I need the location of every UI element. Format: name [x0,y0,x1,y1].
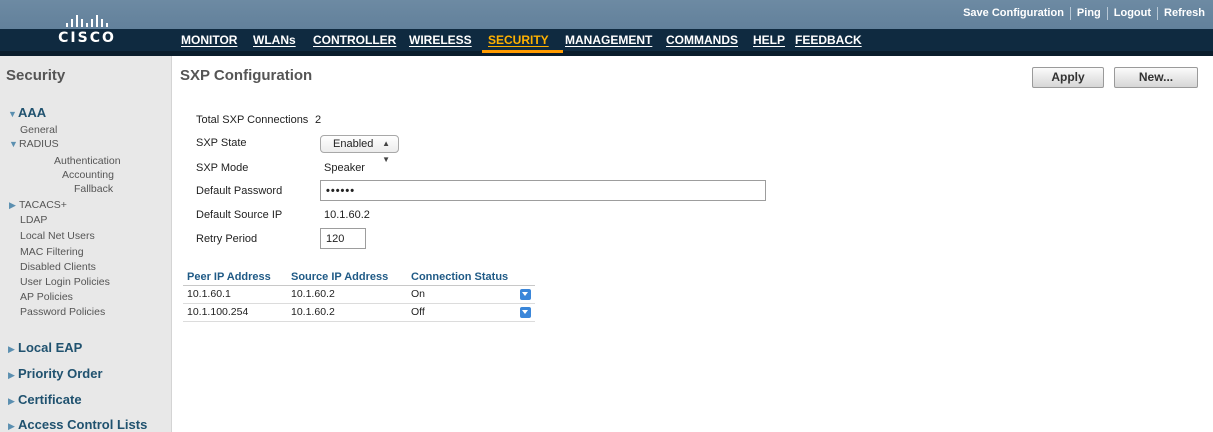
table-row: 10.1.100.254 10.1.60.2 Off [183,303,535,322]
table-header-row: Peer IP Address Source IP Address Connec… [183,269,535,286]
sidebar-item-password-policies[interactable]: Password Policies [20,306,105,318]
main-nav: MONITOR WLANs CONTROLLER WIRELESS SECURI… [181,29,875,53]
source-ip-cell: 10.1.60.2 [287,285,407,304]
table-row: 10.1.60.1 10.1.60.2 On [183,285,535,304]
nav-wireless[interactable]: WIRELESS [409,29,488,51]
sxp-state-select[interactable]: Enabled ▲ ▼ [320,135,399,164]
column-header-connection-status: Connection Status [407,269,535,286]
apply-button[interactable]: Apply [1032,67,1104,88]
save-configuration-link[interactable]: Save Configuration [957,7,1070,19]
connection-status-text: Off [411,306,425,318]
sidebar-group-certificate[interactable]: ▶ Certificate [8,392,82,407]
sidebar-item-local-net-users[interactable]: Local Net Users [20,230,95,242]
default-source-ip-value: 10.1.60.2 [324,209,370,221]
connection-status-cell: On [407,285,535,304]
sidebar-group-aaa[interactable]: ▼AAA [8,105,46,120]
sidebar-item-disabled-clients[interactable]: Disabled Clients [20,261,96,273]
sidebar-item-mac-filtering[interactable]: MAC Filtering [20,246,84,258]
sidebar-group-priority-order[interactable]: ▶ Priority Order [8,366,103,381]
sidebar-item-radius[interactable]: ▼RADIUS [9,138,59,150]
collapsed-arrow-icon: ▶ [9,200,16,210]
main-content: SXP Configuration Apply New... Total SXP… [172,56,1213,432]
default-source-ip-label: Default Source IP [196,209,283,221]
default-password-label: Default Password [196,185,283,197]
collapsed-arrow-icon: ▶ [8,344,15,354]
sidebar-group-local-eap[interactable]: ▶ Local EAP [8,340,82,355]
column-header-source-ip: Source IP Address [287,269,407,286]
nav-monitor[interactable]: MONITOR [181,29,253,51]
connection-status-cell: Off [407,303,535,322]
sidebar-item-ldap[interactable]: LDAP [20,214,47,226]
default-password-field[interactable] [320,180,766,201]
retry-period-field[interactable] [320,228,366,249]
sxp-mode-value: Speaker [324,162,365,174]
sidebar-item-fallback[interactable]: Fallback [74,183,113,195]
new-button[interactable]: New... [1114,67,1198,88]
cisco-logo-text: CISCO [58,30,116,46]
row-dropdown-arrow-icon[interactable] [520,289,531,300]
sidebar-item-label: RADIUS [19,138,59,150]
sidebar-group-label: Certificate [18,392,82,407]
total-connections-label: Total SXP Connections [196,114,309,126]
expanded-arrow-icon: ▼ [8,109,17,119]
sidebar-group-label: AAA [18,105,47,120]
connection-status-text: On [411,288,426,300]
collapsed-arrow-icon: ▶ [8,396,15,406]
sidebar-item-accounting[interactable]: Accounting [62,169,114,181]
sidebar-group-label: Local EAP [18,340,83,355]
cisco-logo: CISCO [52,15,122,47]
sidebar-item-ap-policies[interactable]: AP Policies [20,291,73,303]
sidebar-group-access-control-lists[interactable]: ▶ Access Control Lists [8,417,147,432]
collapsed-arrow-icon: ▶ [8,421,15,431]
row-dropdown-arrow-icon[interactable] [520,307,531,318]
expanded-arrow-icon: ▼ [9,139,18,149]
nav-commands[interactable]: COMMANDS [666,29,753,51]
sidebar-group-label: Access Control Lists [18,417,148,432]
select-arrows-icon: ▲ ▼ [382,139,390,164]
nav-controller[interactable]: CONTROLLER [313,29,409,51]
sxp-state-selected-value: Enabled [333,138,374,150]
total-connections-value: 2 [315,114,322,126]
nav-help[interactable]: HELP [753,29,795,51]
collapsed-arrow-icon: ▶ [8,370,15,380]
sxp-state-label: SXP State [196,137,247,149]
top-header: CISCO MONITOR WLANs CONTROLLER WIRELESS … [0,0,1213,56]
nav-security[interactable]: SECURITY [482,29,565,53]
sidebar-item-label: TACACS+ [19,199,67,211]
nav-management[interactable]: MANAGEMENT [565,29,666,51]
sidebar-item-general[interactable]: General [20,124,57,136]
page-title: SXP Configuration [180,67,313,84]
column-header-peer-ip: Peer IP Address [183,269,287,286]
peer-ip-cell: 10.1.100.254 [183,303,287,322]
utility-links: Save Configuration Ping Logout Refresh [957,2,1211,24]
sxp-peer-table: Peer IP Address Source IP Address Connec… [183,269,535,322]
sidebar: Security ▼AAA General ▼RADIUS Authentica… [0,56,172,432]
refresh-link[interactable]: Refresh [1158,7,1211,19]
nav-wlans[interactable]: WLANs [253,29,313,51]
sxp-mode-label: SXP Mode [196,162,249,174]
sidebar-title: Security [6,67,66,84]
logout-link[interactable]: Logout [1108,7,1157,19]
peer-ip-cell: 10.1.60.1 [183,285,287,304]
retry-period-label: Retry Period [196,233,258,245]
cisco-logo-bars-icon [52,15,122,27]
source-ip-cell: 10.1.60.2 [287,303,407,322]
nav-feedback[interactable]: FEEDBACK [795,29,875,51]
sidebar-item-user-login-policies[interactable]: User Login Policies [20,276,110,288]
sidebar-group-label: Priority Order [18,366,103,381]
sidebar-item-tacacs[interactable]: ▶ TACACS+ [9,199,67,211]
sidebar-item-authentication[interactable]: Authentication [54,155,121,167]
ping-link[interactable]: Ping [1071,7,1107,19]
